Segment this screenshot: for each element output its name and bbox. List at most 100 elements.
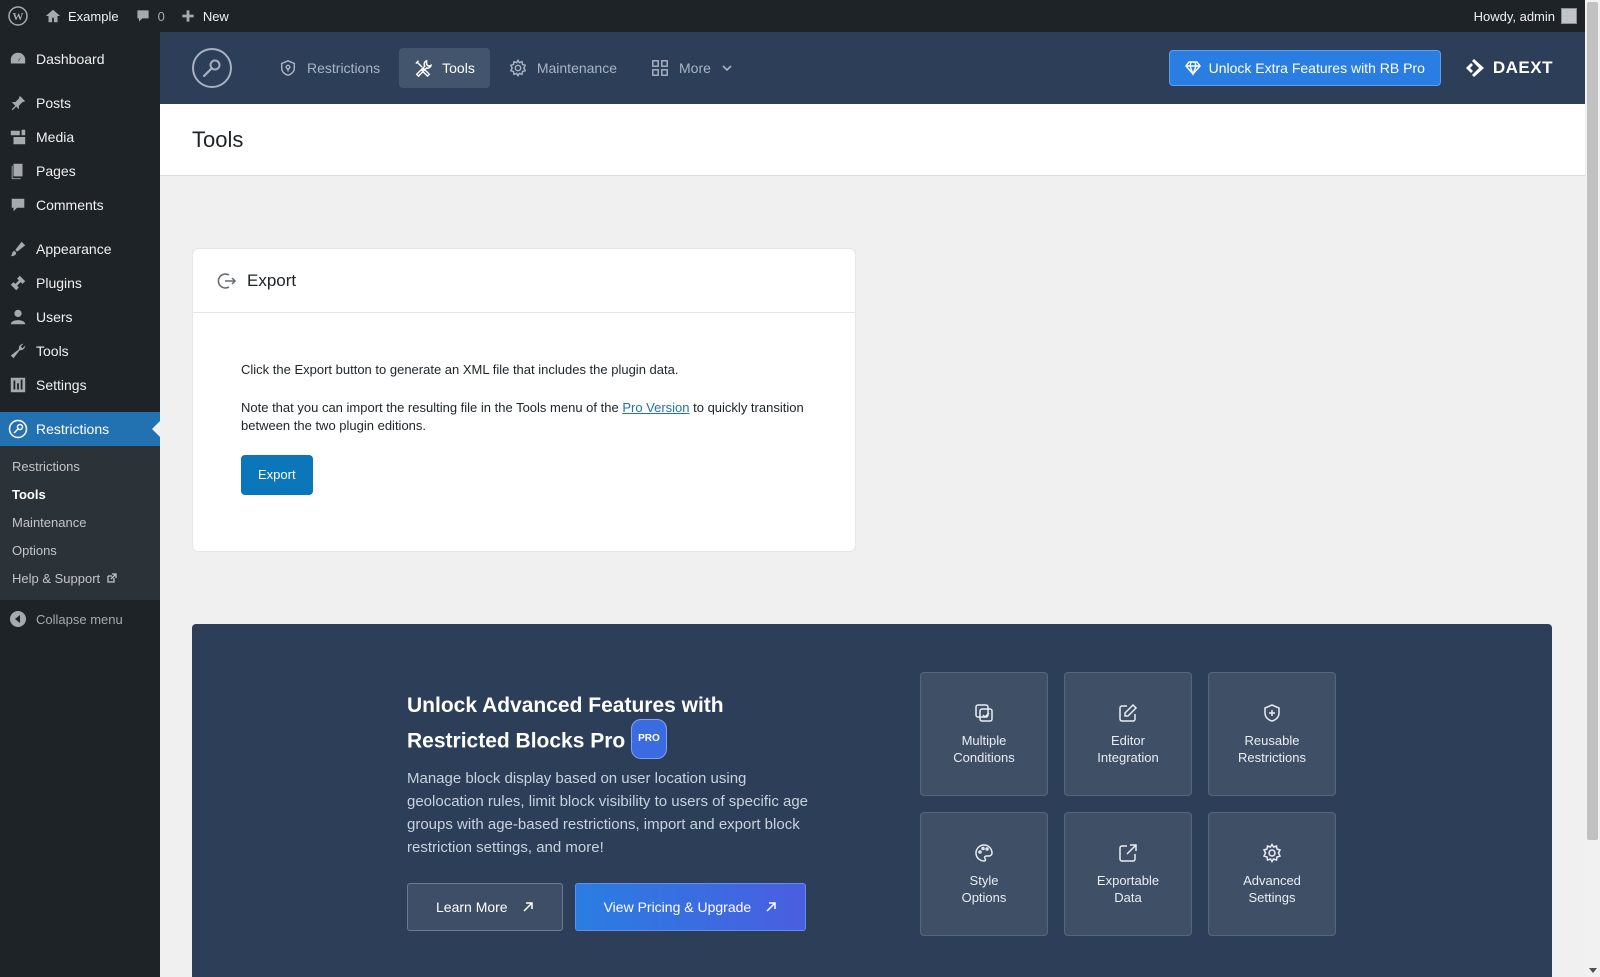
howdy-text: Howdy, admin <box>1473 8 1555 24</box>
export-icon <box>217 272 237 289</box>
menu-label: Settings <box>36 377 87 393</box>
feature-label: Editor Integration <box>1097 732 1159 765</box>
collapse-menu-button[interactable]: Collapse menu <box>0 602 160 636</box>
tab-label: More <box>679 60 711 76</box>
submenu-item-tools[interactable]: Tools <box>0 481 160 509</box>
external-link-icon <box>107 573 117 583</box>
diamond-icon <box>1184 61 1201 76</box>
plus-icon <box>182 10 194 22</box>
submenu-label: Help & Support <box>12 571 101 586</box>
menu-item-media[interactable]: Media <box>0 120 160 154</box>
submenu-item-options[interactable]: Options <box>0 537 160 565</box>
menu-label: Media <box>36 129 75 145</box>
pro-version-link[interactable]: Pro Version <box>622 400 689 415</box>
feature-advanced-settings: Advanced Settings <box>1208 812 1336 936</box>
note-text: Note that you can import the resulting f… <box>241 400 623 415</box>
settings-icon <box>8 375 28 395</box>
tab-restrictions[interactable]: Restrictions <box>264 48 395 88</box>
page-title: Tools <box>192 126 244 152</box>
vertical-scrollbar[interactable] <box>1585 0 1600 977</box>
menu-item-posts[interactable]: Posts <box>0 86 160 120</box>
tab-label: Tools <box>442 60 475 76</box>
upsell-title-text: Unlock Advanced Features with Restricted… <box>407 694 724 753</box>
media-icon <box>8 127 28 147</box>
menu-item-restrictions[interactable]: Restrictions <box>0 412 160 446</box>
menu-label: Comments <box>36 197 104 213</box>
menu-label: Plugins <box>36 275 82 291</box>
wrench-icon <box>8 341 28 361</box>
submenu-item-maintenance[interactable]: Maintenance <box>0 509 160 537</box>
edit-icon <box>1119 703 1138 722</box>
menu-item-pages[interactable]: Pages <box>0 154 160 188</box>
pricing-label: View Pricing & Upgrade <box>603 899 752 915</box>
menu-label: Tools <box>36 343 69 359</box>
copy-check-icon <box>975 703 993 722</box>
comment-icon <box>8 195 28 215</box>
unlock-pro-button[interactable]: Unlock Extra Features with RB Pro <box>1168 50 1441 86</box>
tab-label: Restrictions <box>307 60 381 76</box>
scrollbar-thumb[interactable] <box>1587 2 1598 840</box>
feature-label: Advanced Settings <box>1243 872 1301 905</box>
dashboard-icon <box>8 49 28 69</box>
feature-exportable-data: Exportable Data <box>1064 812 1192 936</box>
new-content-link[interactable]: New <box>173 0 237 32</box>
menu-item-comments[interactable]: Comments <box>0 188 160 222</box>
collapse-label: Collapse menu <box>36 611 123 627</box>
view-pricing-button[interactable]: View Pricing & Upgrade <box>574 883 807 931</box>
plugin-header: Restrictions Tools Maintenance More Unlo… <box>160 32 1585 104</box>
feature-label: Reusable Restrictions <box>1238 732 1306 765</box>
comments-link[interactable]: 0 <box>127 0 173 32</box>
menu-label: Users <box>36 309 73 325</box>
learn-more-button[interactable]: Learn More <box>407 883 563 931</box>
menu-item-settings[interactable]: Settings <box>0 368 160 402</box>
upsell-content: Unlock Advanced Features with Restricted… <box>407 690 827 931</box>
wordpress-logo-icon[interactable]: W <box>0 0 36 32</box>
feature-label: Style Options <box>961 872 1007 905</box>
export-card-body: Click the Export button to generate an X… <box>193 313 855 495</box>
admin-menu: Dashboard Posts Media Pages Comments App… <box>0 32 160 977</box>
tab-maintenance[interactable]: Maintenance <box>494 48 632 88</box>
daext-logo-icon <box>1465 59 1484 77</box>
shield-plus-icon <box>1264 703 1280 722</box>
export-card: Export Click the Export button to genera… <box>192 248 856 552</box>
user-icon <box>8 307 28 327</box>
avatar <box>1561 8 1577 24</box>
menu-item-appearance[interactable]: Appearance <box>0 232 160 266</box>
export-button[interactable]: Export <box>241 455 313 495</box>
restrictions-submenu: Restrictions Tools Maintenance Options H… <box>0 446 160 600</box>
tab-more[interactable]: More <box>636 48 748 88</box>
plugin-logo-icon[interactable] <box>192 48 232 88</box>
upsell-description: Manage block display based on user locat… <box>407 770 809 856</box>
gear-icon <box>509 59 527 77</box>
site-name-link[interactable]: Example <box>36 0 127 32</box>
svg-text:W: W <box>13 11 24 23</box>
feature-multiple-conditions: Multiple Conditions <box>920 672 1048 796</box>
submenu-item-restrictions[interactable]: Restrictions <box>0 453 160 481</box>
comments-count: 0 <box>157 8 165 24</box>
export-card-title: Export <box>247 270 297 290</box>
account-menu[interactable]: Howdy, admin <box>1474 8 1585 24</box>
pro-badge: PRO <box>631 719 667 759</box>
arrow-up-right-icon <box>523 902 533 912</box>
tab-tools[interactable]: Tools <box>399 48 490 88</box>
tools-icon <box>415 59 433 77</box>
chevron-down-icon <box>722 65 732 72</box>
export-note: Note that you can import the resulting f… <box>241 399 807 435</box>
submenu-item-help-support[interactable]: Help & Support <box>0 565 160 593</box>
menu-item-dashboard[interactable]: Dashboard <box>0 42 160 76</box>
daext-brand[interactable]: DAEXT <box>1465 58 1553 78</box>
upsell-banner: Unlock Advanced Features with Restricted… <box>192 624 1552 977</box>
pin-icon <box>8 93 28 113</box>
key-icon <box>8 419 28 439</box>
menu-item-users[interactable]: Users <box>0 300 160 334</box>
menu-label: Restrictions <box>36 421 110 437</box>
brush-icon <box>8 239 28 259</box>
menu-item-tools[interactable]: Tools <box>0 334 160 368</box>
export-description: Click the Export button to generate an X… <box>241 362 679 377</box>
scroll-down-arrow-icon[interactable] <box>1589 968 1597 973</box>
comment-icon <box>136 10 149 22</box>
menu-item-plugins[interactable]: Plugins <box>0 266 160 300</box>
menu-label: Dashboard <box>36 51 105 67</box>
plugin-icon <box>8 273 28 293</box>
admin-bar: W Example 0 New Howdy, admin <box>0 0 1585 32</box>
